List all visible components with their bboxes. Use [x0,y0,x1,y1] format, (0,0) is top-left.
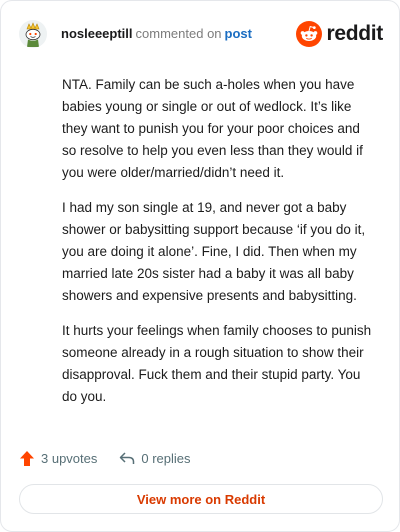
reply-arrow-icon [120,452,135,464]
meta-action-text: commented on [135,26,222,41]
view-more-on-reddit-button[interactable]: View more on Reddit [19,484,383,514]
comment-body: NTA. Family can be such a-holes when you… [62,74,375,421]
reddit-brand[interactable]: reddit [296,21,383,47]
upvote-arrow-icon [20,451,34,466]
upvote-count: 3 upvotes [41,451,98,466]
comment-header: nosleeeptill commented on post reddit [19,17,383,51]
reply-count: 0 replies [141,451,191,466]
reddit-wordmark: reddit [326,22,383,45]
comment-paragraph: I had my son single at 19, and never got… [62,200,366,303]
avatar[interactable] [19,20,47,48]
avatar-snoo-icon [19,20,47,48]
comment-meta: nosleeeptill commented on post [61,26,252,42]
username[interactable]: nosleeeptill [61,26,133,41]
comment-actions: 3 upvotes 0 replies [19,450,191,467]
comment-paragraph: It hurts your feelings when family choos… [62,323,372,404]
upvote-button[interactable]: 3 upvotes [19,450,97,467]
embedded-comment-card: nosleeeptill commented on post reddit NTA.… [0,0,400,532]
post-link[interactable]: post [225,26,252,41]
reddit-snoo-icon [296,21,323,47]
comment-paragraph: NTA. Family can be such a-holes when you… [62,77,363,180]
replies-button[interactable]: 0 replies [119,451,191,466]
